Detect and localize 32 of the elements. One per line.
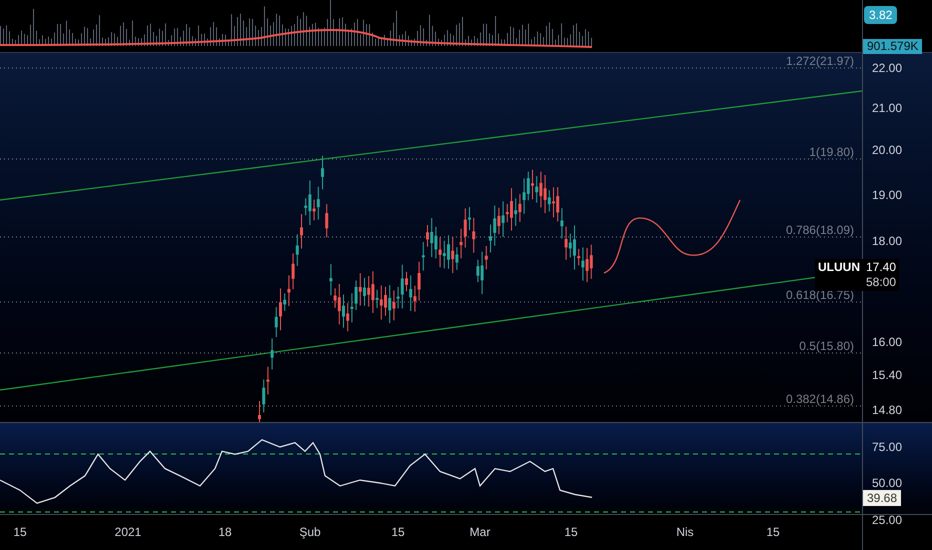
rsi-tick: 50.00 — [872, 476, 902, 490]
volume-label: 901.579K — [863, 39, 922, 54]
symbol-label: ULUUN — [818, 260, 860, 275]
time-tick: 15 — [564, 525, 578, 539]
price-tick: 16.00 — [872, 335, 902, 349]
price-tick: 14.80 — [872, 403, 902, 417]
fib-level-label: 1(19.80) — [809, 145, 854, 159]
time-tick: Şub — [299, 525, 321, 539]
time-tick: 2021 — [114, 525, 142, 539]
price-tick: 15.40 — [872, 368, 902, 382]
volume-value-label: 3.82 — [864, 6, 898, 24]
time-tick: 18 — [218, 525, 232, 539]
price-tick: 21.00 — [872, 101, 902, 115]
price-tick: 20.00 — [872, 143, 902, 157]
price-tick: 22.00 — [872, 61, 902, 75]
countdown-label: 58:00 — [866, 275, 896, 290]
time-tick: 15 — [13, 525, 27, 539]
time-tick: Nis — [676, 525, 694, 539]
fib-level-label: 0.786(18.09) — [786, 223, 854, 237]
rsi-value-label: 39.68 — [863, 490, 902, 506]
time-tick: 15 — [766, 525, 780, 539]
last-price-label: 17.40 — [866, 260, 896, 275]
time-tick: Mar — [470, 525, 490, 539]
price-tick: 19.00 — [872, 188, 902, 202]
fib-level-label: 0.5(15.80) — [799, 339, 854, 353]
rsi-tick: 75.00 — [872, 440, 902, 454]
fib-level-label: 0.618(16.75) — [786, 288, 854, 302]
fib-level-label: 1.272(21.97) — [786, 54, 854, 68]
time-tick: 15 — [391, 525, 405, 539]
price-tick: 18.00 — [872, 234, 902, 248]
fib-level-label: 0.382(14.86) — [786, 392, 854, 406]
rsi-tick: 25.00 — [872, 513, 902, 527]
